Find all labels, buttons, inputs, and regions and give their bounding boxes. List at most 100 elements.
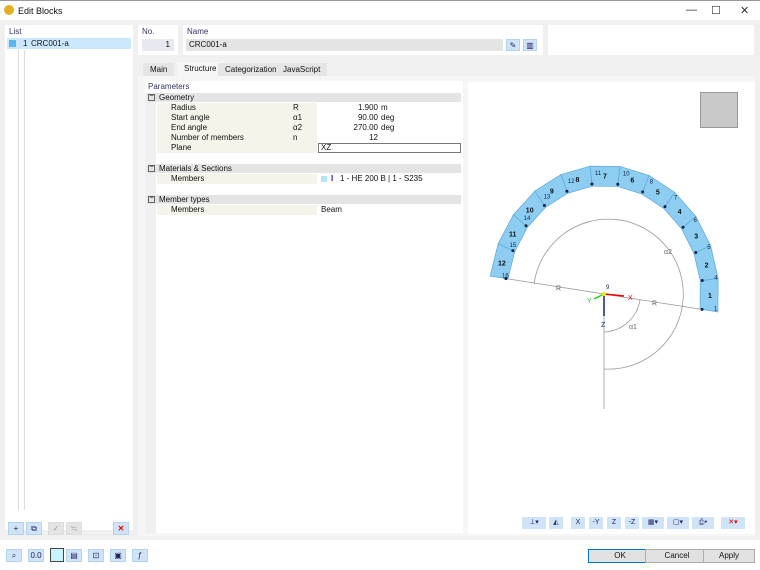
list-item[interactable]: 1 CRC001-a: [7, 38, 131, 49]
name-section: Name CRC001-a ✎ ▥: [183, 25, 543, 55]
member-label: 8: [576, 177, 580, 184]
block-preview[interactable]: 12345678910111214567810111213141516RRα2α…: [468, 82, 755, 512]
tab-javascript[interactable]: JavaScript: [276, 63, 328, 76]
radius-input[interactable]: 1.900: [318, 103, 378, 113]
x-axis-label: X: [628, 295, 633, 302]
view-z-icon[interactable]: Z: [607, 517, 621, 529]
blocks-app-icon: [4, 5, 14, 15]
view-x-icon[interactable]: X: [571, 517, 585, 529]
no-section: No. 1: [138, 25, 178, 55]
node-label: 12: [568, 179, 575, 185]
member-label: 10: [526, 207, 534, 214]
node: [663, 205, 667, 209]
ok-button[interactable]: OK: [588, 549, 652, 563]
delete-icon[interactable]: ✕: [113, 522, 129, 535]
origin-node-label: 9: [606, 285, 610, 291]
node: [616, 182, 620, 186]
uncheck-icon[interactable]: ≒: [66, 522, 82, 535]
row-end-angle: End angle α2 270.00 deg: [157, 123, 461, 133]
minimize-button[interactable]: —: [686, 4, 697, 16]
z-axis-label: Z: [601, 322, 606, 329]
list-header: List: [9, 27, 22, 36]
node: [694, 250, 698, 254]
row-start-angle: Start angle α1 90.00 deg: [157, 113, 461, 123]
print-dropdown-icon[interactable]: ⎙▾: [692, 517, 714, 529]
node: [542, 203, 546, 207]
check-icon[interactable]: ✓: [48, 522, 64, 535]
member-label: 7: [603, 173, 607, 180]
node: [511, 249, 515, 253]
no-field: 1: [142, 39, 174, 51]
save-icon[interactable]: ▣: [110, 549, 126, 562]
block-color-swatch: [9, 40, 16, 47]
member-label: 9: [550, 189, 554, 196]
member-label: 3: [694, 234, 698, 241]
3d-viewport[interactable]: 1 2 3 4 5 6 7 8 9 10 11 12 1 4 5 6 7 8 10 11 12 13 14 15 16 R Rα2 α…: [468, 82, 755, 534]
cancel-button[interactable]: Cancel: [645, 549, 709, 563]
node: [700, 307, 704, 311]
tab-structure[interactable]: Structure: [177, 62, 224, 76]
group-materials-sections[interactable]: − Materials & Sections: [147, 164, 461, 173]
member-label: 2: [705, 262, 709, 269]
name-input[interactable]: CRC001-a: [186, 39, 503, 51]
apply-button[interactable]: Apply: [703, 549, 755, 563]
library-icon[interactable]: ▥: [523, 39, 537, 51]
edit-name-icon[interactable]: ✎: [506, 39, 520, 51]
view-cube-icon[interactable]: [700, 92, 738, 128]
info-panel: [548, 25, 754, 55]
new-block-icon[interactable]: +: [8, 522, 24, 535]
node-label: 15: [510, 243, 517, 249]
axes-dropdown-icon[interactable]: ⊥▾: [522, 517, 546, 529]
display-icon[interactable]: ▤: [66, 549, 82, 562]
selection-dropdown-icon[interactable]: ✕▾: [721, 517, 745, 529]
group-member-types[interactable]: − Member types: [147, 195, 461, 204]
section-value[interactable]: 1 - HE 200 B | 1 - S235: [340, 174, 423, 184]
view-icon[interactable]: ⊡: [88, 549, 104, 562]
units-icon[interactable]: 0.0: [28, 549, 44, 562]
node: [681, 225, 685, 229]
list-item-no: 1: [23, 39, 28, 48]
copy-block-icon[interactable]: ⧉: [26, 522, 42, 535]
node-label: 14: [524, 216, 531, 222]
maximize-button[interactable]: ☐: [711, 4, 721, 17]
tab-main[interactable]: Main: [143, 63, 175, 76]
view-minus-z-icon[interactable]: -Z: [625, 517, 639, 529]
row-section-members: Members I 1 - HE 200 B | 1 - S235: [157, 174, 461, 184]
member-type-value[interactable]: Beam: [321, 205, 342, 215]
end-angle-label: α2: [664, 249, 672, 256]
member-label: 4: [678, 209, 682, 216]
window-title: Edit Blocks: [18, 6, 63, 16]
member-label: 5: [656, 190, 660, 197]
node-label: 16: [502, 273, 509, 279]
tab-categorization[interactable]: Categorization: [218, 63, 284, 76]
y-axis-label: Y: [587, 298, 592, 305]
view-minus-y-icon[interactable]: -Y: [589, 517, 603, 529]
name-label: Name: [187, 27, 209, 36]
node: [590, 182, 594, 186]
start-angle-input[interactable]: 90.00: [318, 113, 378, 123]
member-label: 11: [509, 232, 517, 239]
list-item-name: CRC001-a: [31, 39, 69, 48]
render-dropdown-icon[interactable]: ▦▾: [642, 517, 664, 529]
origin-node: [602, 292, 606, 296]
formula-icon[interactable]: ƒ: [132, 549, 148, 562]
member-label: 12: [498, 260, 506, 267]
node-label: 13: [544, 194, 551, 200]
i-beam-icon: I: [331, 174, 334, 183]
end-angle-input[interactable]: 270.00: [318, 123, 378, 133]
radius-label: R: [556, 285, 561, 292]
view-settings-icon[interactable]: ◭: [549, 517, 563, 529]
row-plane: Plane XZ: [157, 143, 461, 153]
box-dropdown-icon[interactable]: ▢▾: [667, 517, 689, 529]
plane-select[interactable]: XZ: [318, 143, 461, 153]
close-window-button[interactable]: ✕: [740, 4, 749, 17]
color-icon[interactable]: [50, 548, 64, 562]
search-icon[interactable]: ⌕: [6, 549, 22, 562]
title-bar: Edit Blocks — ☐ ✕: [0, 0, 760, 20]
members-count-input[interactable]: 12: [318, 133, 378, 143]
node: [700, 278, 704, 282]
row-number-of-members: Number of members n 12: [157, 133, 461, 143]
node-label: 11: [595, 171, 602, 177]
node: [524, 224, 528, 228]
group-geometry[interactable]: − Geometry: [147, 93, 461, 102]
